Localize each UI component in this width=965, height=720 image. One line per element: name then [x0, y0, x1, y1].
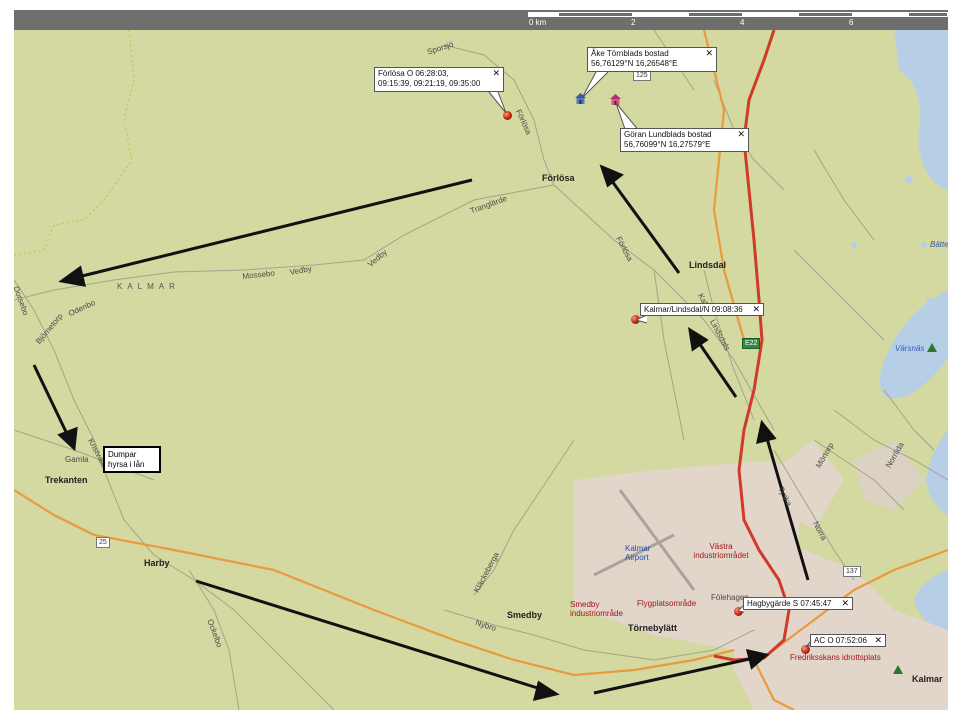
water-label-batte: Bätte [930, 240, 948, 249]
note-box: Dumpar hyrsa i lån [103, 446, 161, 473]
map-view[interactable]: 0 km 2 4 6 125 E22 25 137 Förlösa Lindsd… [14, 10, 948, 710]
callout-ake-tornblad: Åke Törnblads bostad 56,76129°N 16,26548… [587, 47, 717, 72]
route-shield-e22: E22 [742, 338, 761, 349]
route-shield-25: 25 [96, 537, 110, 548]
note-line-1: Dumpar [108, 450, 137, 459]
callout-kalmar-lindsdal: Kalmar/Lindsdal/N 09:08:36 ✕ [640, 303, 764, 316]
scale-tick-2: 2 [631, 18, 636, 27]
place-smedby: Smedby [507, 610, 543, 620]
callout-text: Förlösa O 06:28:03, [378, 69, 449, 78]
callout-text: 56,76099°N 16,27579°E [624, 140, 711, 149]
house-icon-red[interactable] [610, 94, 621, 105]
road-label-gamla: Gamla [65, 455, 89, 464]
callout-hagbygarde: Hagbygärde S 07:45:47 ✕ [743, 597, 853, 610]
callout-goran-lundblad: Göran Lundblads bostad 56,76099°N 16,275… [620, 128, 749, 152]
close-icon[interactable]: ✕ [841, 598, 849, 608]
scale-tick-4: 4 [740, 18, 745, 27]
callout-text: AC O 07:52:06 [814, 636, 867, 645]
route-shield-137: 137 [843, 566, 861, 577]
scale-tick-6: 6 [849, 18, 854, 27]
callout-forlosa-o: Förlösa O 06:28:03, 09:15:39, 09:21:19, … [374, 67, 504, 92]
place-harby: Harby [144, 558, 170, 568]
close-icon[interactable]: ✕ [705, 48, 713, 58]
note-line-2: hyrsa i lån [108, 460, 145, 469]
callout-text: Hagbygärde S 07:45:47 [747, 599, 832, 608]
callout-text: 09:15:39, 09:21:19, 09:35:00 [378, 79, 481, 88]
callout-text: Åke Törnblads bostad [591, 49, 669, 58]
area-label-vastra: Västra industriområdet [693, 542, 749, 560]
location-pin-icon[interactable] [801, 645, 810, 654]
close-icon[interactable]: ✕ [874, 635, 882, 645]
house-icon-blue[interactable] [575, 93, 586, 104]
place-forlosa: Förlösa [542, 173, 575, 183]
area-label-flygplats: Flygplatsområde [637, 599, 697, 608]
place-lindsdal: Lindsdal [689, 260, 727, 270]
callout-text: 56,76129°N 16,26548°E [591, 59, 678, 68]
district-label: KALMAR [117, 282, 180, 291]
close-icon[interactable]: ✕ [492, 68, 500, 78]
water-label-varsnas: Värsnäs [895, 344, 925, 353]
close-icon[interactable]: ✕ [752, 304, 760, 314]
place-trekanten: Trekanten [45, 475, 88, 485]
place-tornebylatt: Törnebylätt [628, 623, 678, 633]
callout-text: Göran Lundblads bostad [624, 130, 712, 139]
scale-label-zero: 0 km [529, 18, 547, 27]
location-pin-icon[interactable] [503, 111, 512, 120]
callout-text: Kalmar/Lindsdal/N 09:08:36 [644, 305, 743, 314]
close-icon[interactable]: ✕ [737, 129, 745, 139]
area-label-smedby-industri: Smedby industriområde [570, 600, 623, 618]
location-pin-icon[interactable] [631, 315, 640, 324]
scale-bar: 0 km 2 4 6 [528, 12, 948, 30]
place-kalmar-city: Kalmar [912, 674, 943, 684]
scale-bar-strip: 0 km 2 4 6 [14, 10, 948, 30]
location-pin-icon[interactable] [734, 607, 743, 616]
area-label-airport: Kalmar Airport [625, 544, 651, 562]
callout-ac-o: AC O 07:52:06 ✕ [810, 634, 886, 647]
area-label-fredriksskans: Fredriksskans idrottsplats [790, 653, 881, 662]
